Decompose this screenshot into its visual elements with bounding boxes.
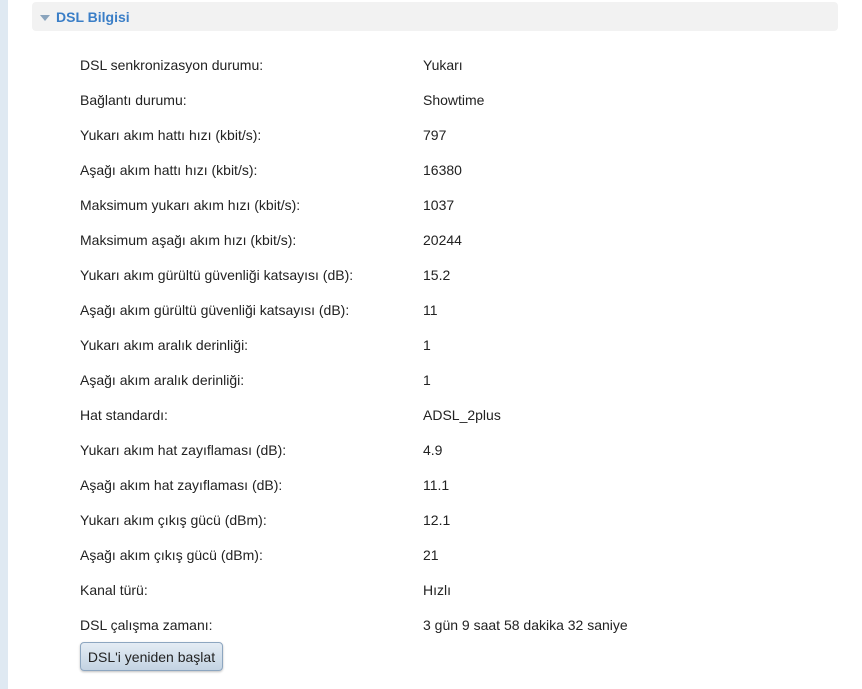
info-row-uptime: DSL çalışma zamanı: 3 gün 9 saat 58 daki… <box>80 607 780 642</box>
info-value: 797 <box>423 126 447 143</box>
info-row-max-upstream: Maksimum yukarı akım hızı (kbit/s): 1037 <box>80 187 780 222</box>
info-value: 4.9 <box>423 441 443 458</box>
section-title: DSL Bilgisi <box>56 8 130 25</box>
info-label: Yukarı akım gürültü güvenliği katsayısı … <box>80 266 354 283</box>
info-row-downstream-snr-margin: Aşağı akım gürültü güvenliği katsayısı (… <box>80 292 780 327</box>
info-value: 16380 <box>423 161 462 178</box>
info-label: Kanal türü: <box>80 581 148 598</box>
info-value: 11.1 <box>423 476 450 493</box>
info-value: 20244 <box>423 231 462 248</box>
info-row-connection-status: Bağlantı durumu: Showtime <box>80 82 780 117</box>
info-row-upstream-attenuation: Yukarı akım hat zayıflaması (dB): 4.9 <box>80 432 780 467</box>
info-label: Aşağı akım aralık derinliği: <box>80 371 245 388</box>
info-label: Bağlantı durumu: <box>80 91 187 108</box>
info-label: Yukarı akım çıkış gücü (dBm): <box>80 511 267 528</box>
info-row-upstream-snr-margin: Yukarı akım gürültü güvenliği katsayısı … <box>80 257 780 292</box>
info-row-channel-type: Kanal türü: Hızlı <box>80 572 780 607</box>
info-value: 1 <box>423 371 431 388</box>
dsl-info-panel: DSL Bilgisi <box>32 2 838 31</box>
info-row-downstream-power: Aşağı akım çıkış gücü (dBm): 21 <box>80 537 780 572</box>
info-value: Yukarı <box>423 56 463 73</box>
info-row-upstream-power: Yukarı akım çıkış gücü (dBm): 12.1 <box>80 502 780 537</box>
info-row-line-standard: Hat standardı: ADSL_2plus <box>80 397 780 432</box>
info-value: 1 <box>423 336 431 353</box>
info-row-sync-status: DSL senkronizasyon durumu: Yukarı <box>80 47 780 82</box>
info-label: Aşağı akım hat zayıflaması (dB): <box>80 476 283 493</box>
info-value: ADSL_2plus <box>423 406 501 423</box>
info-value: 21 <box>423 546 439 563</box>
info-row-upstream-rate: Yukarı akım hattı hızı (kbit/s): 797 <box>80 117 780 152</box>
info-value: 11 <box>423 301 438 318</box>
info-value: 12.1 <box>423 511 451 528</box>
section-header[interactable]: DSL Bilgisi <box>32 2 838 31</box>
restart-dsl-button[interactable]: DSL'i yeniden başlat <box>80 642 223 671</box>
info-row-max-downstream: Maksimum aşağı akım hızı (kbit/s): 20244 <box>80 222 780 257</box>
info-value: 3 gün 9 saat 58 dakika 32 saniye <box>423 616 628 633</box>
info-value: Showtime <box>423 91 485 108</box>
info-label: Aşağı akım hattı hızı (kbit/s): <box>80 161 258 178</box>
info-label: Maksimum yukarı akım hızı (kbit/s): <box>80 196 301 213</box>
info-label: Maksimum aşağı akım hızı (kbit/s): <box>80 231 297 248</box>
info-row-downstream-rate: Aşağı akım hattı hızı (kbit/s): 16380 <box>80 152 780 187</box>
info-row-upstream-interleave: Yukarı akım aralık derinliği: 1 <box>80 327 780 362</box>
info-label: Yukarı akım aralık derinliği: <box>80 336 249 353</box>
info-label: Yukarı akım hat zayıflaması (dB): <box>80 441 287 458</box>
info-label: Aşağı akım çıkış gücü (dBm): <box>80 546 263 563</box>
info-label: Hat standardı: <box>80 406 168 423</box>
dsl-info-list: DSL senkronizasyon durumu: Yukarı Bağlan… <box>80 47 780 642</box>
info-label: DSL çalışma zamanı: <box>80 616 213 633</box>
info-label: Aşağı akım gürültü güvenliği katsayısı (… <box>80 301 350 318</box>
info-label: Yukarı akım hattı hızı (kbit/s): <box>80 126 262 143</box>
collapse-caret-icon[interactable] <box>40 14 50 21</box>
info-value: 15.2 <box>423 266 451 283</box>
info-row-downstream-attenuation: Aşağı akım hat zayıflaması (dB): 11.1 <box>80 467 780 502</box>
info-value: 1037 <box>423 196 455 213</box>
info-row-downstream-interleave: Aşağı akım aralık derinliği: 1 <box>80 362 780 397</box>
left-border-strip <box>0 0 8 689</box>
info-value: Hızlı <box>423 581 451 598</box>
info-label: DSL senkronizasyon durumu: <box>80 56 264 73</box>
